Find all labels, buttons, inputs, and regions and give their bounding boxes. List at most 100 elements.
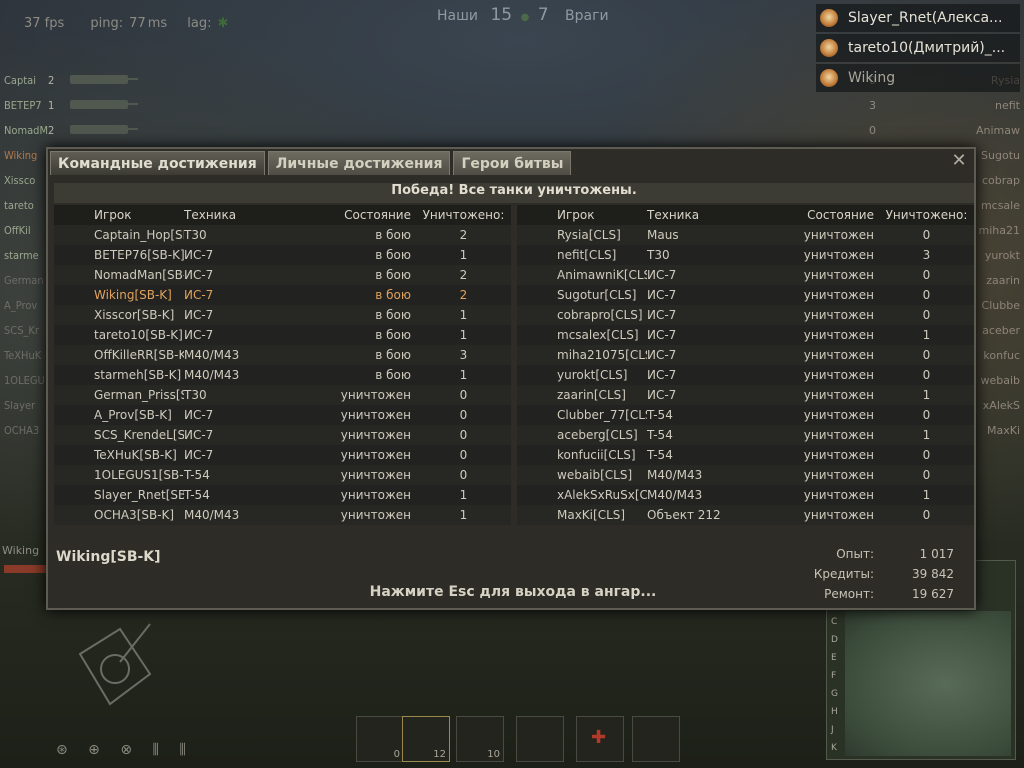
- player-short-name: webaib: [980, 374, 1020, 387]
- stat-experience: Опыт: 1 017: [836, 547, 954, 561]
- performance-hud: 37 fps ping: 77 ms lag: ✱: [24, 16, 234, 31]
- table-row[interactable]: Captain_Hop[SB-K]T30 в бою 2: [54, 225, 511, 245]
- list-item: Captai 2: [0, 68, 138, 93]
- player-short-name: BETEP7: [4, 99, 42, 112]
- ammo-slot-1[interactable]: 0: [356, 716, 404, 762]
- cell-vehicle: M40/M43: [184, 508, 240, 522]
- squad-member-name: Wiking: [848, 70, 896, 86]
- squad-member[interactable]: Wiking: [816, 64, 1020, 92]
- cell-kills: 0: [922, 268, 931, 282]
- minimap-letter: G: [831, 689, 838, 699]
- cell-state: уничтожен: [803, 248, 874, 262]
- table-header: Игрок Техника Состояние Уничтожено:: [517, 205, 974, 225]
- player-short-name: xAlekS: [982, 399, 1020, 412]
- kill-count: 2: [48, 124, 55, 137]
- cell-player: starmeh[SB-K]: [94, 368, 182, 382]
- kill-count: 2: [48, 74, 55, 87]
- cell-kills: 1: [922, 428, 931, 442]
- squad-member[interactable]: tareto10(Дмитрий)_...: [816, 34, 1020, 62]
- table-row[interactable]: tareto10[SB-K] ИС-7 в бою 1: [54, 325, 511, 345]
- table-row[interactable]: Clubber_77[CLS]T-54 уничтожен 0: [517, 405, 974, 425]
- player-short-name: aceber: [982, 324, 1020, 337]
- table-row[interactable]: SCS_KrendeL[SB-K]ИС-7 уничтожен 0: [54, 425, 511, 445]
- table-row[interactable]: mcsalex[CLS] ИС-7 уничтожен 1: [517, 325, 974, 345]
- tank-icon: [70, 75, 138, 84]
- table-row[interactable]: konfucii[CLS] T-54 уничтожен 0: [517, 445, 974, 465]
- table-row[interactable]: yurokt[CLS] ИС-7 уничтожен 0: [517, 365, 974, 385]
- table-row[interactable]: aceberg[CLS] T-54 уничтожен 1: [517, 425, 974, 445]
- table-row[interactable]: Rysia[CLS] Maus уничтожен 0: [517, 225, 974, 245]
- list-item: BETEP7 1: [0, 93, 138, 118]
- cell-kills: 0: [922, 348, 931, 362]
- player-short-name: konfuc: [983, 349, 1020, 362]
- cell-kills: 2: [459, 288, 468, 302]
- allies-table: Игрок Техника Состояние Уничтожено: Capt…: [54, 205, 511, 525]
- ammo-count: 10: [487, 749, 500, 760]
- cell-state: в бою: [375, 228, 411, 242]
- table-row[interactable]: xAlekSxRuSx[CLS]M40/M43 уничтожен 1: [517, 485, 974, 505]
- squad-member[interactable]: Slayer_Rnet(Алекса...: [816, 4, 1020, 32]
- consumable-slot[interactable]: [632, 716, 680, 762]
- tab-team-achievements[interactable]: Командные достижения: [50, 151, 265, 175]
- cell-player: Captain_Hop[SB-K]: [94, 228, 184, 242]
- cell-vehicle: ИС-7: [184, 408, 214, 422]
- tab-battle-heroes[interactable]: Герои битвы: [453, 151, 572, 175]
- cell-vehicle: T30: [647, 248, 670, 262]
- minimap-letter: K: [831, 743, 837, 753]
- col-vehicle-header: Техника: [184, 208, 237, 222]
- table-row[interactable]: zaarin[CLS] ИС-7 уничтожен 1: [517, 385, 974, 405]
- cell-player: German_Priss[SB-K]: [94, 388, 184, 402]
- table-row[interactable]: BETEP76[SB-K] ИС-7 в бою 1: [54, 245, 511, 265]
- table-row[interactable]: NomadMan[SB-K]ИС-7 в бою 2: [54, 265, 511, 285]
- cell-vehicle: ИС-7: [647, 388, 677, 402]
- table-row[interactable]: cobrapro[CLS] ИС-7 уничтожен 0: [517, 305, 974, 325]
- ammo-slot-2[interactable]: 12: [402, 716, 450, 762]
- table-row[interactable]: AnimawniK[CLS] ИС-7 уничтожен 0: [517, 265, 974, 285]
- cell-kills: 0: [922, 468, 931, 482]
- ammo-slot-3[interactable]: 10: [456, 716, 504, 762]
- kill-count: 3: [869, 99, 876, 112]
- cell-vehicle: T-54: [184, 488, 210, 502]
- table-row[interactable]: 1OLEGUS1[SB-K]T-54 уничтожен 0: [54, 465, 511, 485]
- ammo-count: 0: [393, 749, 400, 760]
- table-row[interactable]: miha21075[CLS]ИС-7 уничтожен 0: [517, 345, 974, 365]
- cell-player: Wiking[SB-K]: [94, 288, 172, 302]
- table-row[interactable]: Xisscor[SB-K] ИС-7 в бою 1: [54, 305, 511, 325]
- player-short-name: A_Prov: [4, 299, 38, 312]
- table-row[interactable]: nefit[CLS] T30 уничтожен 3: [517, 245, 974, 265]
- table-row[interactable]: webaib[CLS] M40/M43 уничтожен 0: [517, 465, 974, 485]
- crew-icons: ⊛ ⊕ ⊗ ⫼ ⫼: [56, 742, 194, 758]
- cell-player: NomadMan[SB-K]: [94, 268, 184, 282]
- cell-kills: 0: [459, 428, 468, 442]
- player-short-name: Animaw: [975, 124, 1020, 137]
- repair-kit-slot[interactable]: [516, 716, 564, 762]
- cell-vehicle: ИС-7: [647, 348, 677, 362]
- tab-personal-achievements[interactable]: Личные достижения: [267, 151, 451, 175]
- cell-state: в бою: [375, 268, 411, 282]
- cell-state: в бою: [375, 368, 411, 382]
- table-row[interactable]: OffKilleRR[SB-K] M40/M43 в бою 3: [54, 345, 511, 365]
- table-row[interactable]: starmeh[SB-K] M40/M43 в бою 1: [54, 365, 511, 385]
- table-row[interactable]: TeXHuK[SB-K] ИС-7 уничтожен 0: [54, 445, 511, 465]
- table-row[interactable]: MaxKi[CLS] Объект 212 уничтожен 0: [517, 505, 974, 525]
- col-vehicle-header: Техника: [647, 208, 700, 222]
- cell-vehicle: ИС-7: [647, 328, 677, 342]
- battle-result-title: Победа! Все танки уничтожены.: [54, 183, 974, 203]
- cell-state: уничтожен: [803, 308, 874, 322]
- table-row[interactable]: A_Prov[SB-K] ИС-7 уничтожен 0: [54, 405, 511, 425]
- minimap-letter: D: [831, 635, 838, 645]
- table-row[interactable]: Slayer_Rnet[SB-K]T-54 уничтожен 1: [54, 485, 511, 505]
- table-row[interactable]: German_Priss[SB-K]T30 уничтожен 0: [54, 385, 511, 405]
- close-icon[interactable]: ✕: [950, 152, 968, 171]
- cell-kills: 0: [459, 448, 468, 462]
- table-row[interactable]: Wiking[SB-K] ИС-7 в бою 2: [54, 285, 511, 305]
- cell-state: уничтожен: [803, 228, 874, 242]
- cell-player: aceberg[CLS]: [557, 428, 638, 442]
- minimap-letter: F: [831, 671, 837, 681]
- player-short-name: Clubbe: [981, 299, 1020, 312]
- table-row[interactable]: OCHA3[SB-K] M40/M43 уничтожен 1: [54, 505, 511, 525]
- medkit-slot[interactable]: ✚: [576, 716, 624, 762]
- table-header: Игрок Техника Состояние Уничтожено:: [54, 205, 511, 225]
- table-row[interactable]: Sugotur[CLS] ИС-7 уничтожен 0: [517, 285, 974, 305]
- cell-state: уничтожен: [803, 468, 874, 482]
